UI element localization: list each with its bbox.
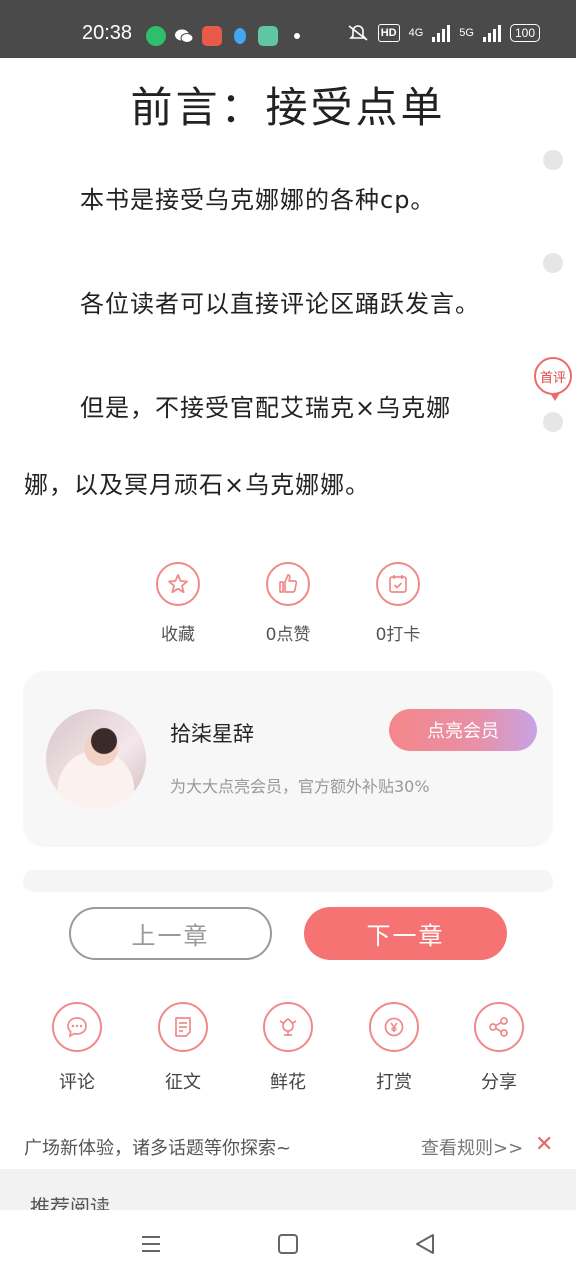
paragraph-3: 但是，不接受官配艾瑞克×乌克娜 (80, 394, 452, 422)
favorite-label: 收藏 (161, 625, 195, 645)
share-label: 分享 (481, 1072, 517, 1093)
share-icon (474, 1002, 524, 1052)
previous-chapter-button[interactable]: 上一章 (69, 907, 272, 960)
checkin-button[interactable]: 0打卡 (348, 562, 448, 645)
flower-button[interactable]: 鲜花 (248, 1002, 328, 1094)
flower-label: 鲜花 (270, 1072, 306, 1093)
yuan-coin-icon (369, 1002, 419, 1052)
reader-app-icon (258, 26, 278, 46)
home-icon[interactable] (277, 1232, 299, 1256)
status-indicators: HD 4G 5G 100 (347, 24, 540, 42)
chapter-title: 前言：接受点单 (130, 83, 446, 132)
tip-button[interactable]: 打赏 (354, 1002, 434, 1094)
divider-bar (23, 870, 553, 892)
status-bar: 20:38 HD 4G 5G 100 (0, 0, 576, 58)
tip-label: 打赏 (376, 1072, 412, 1093)
author-subtitle: 为大大点亮会员，官方额外补贴30% (170, 777, 430, 796)
essay-contest-label: 征文 (165, 1072, 201, 1093)
mute-vibrate-icon (348, 25, 368, 41)
document-icon (158, 1002, 208, 1052)
calendar-check-icon (376, 562, 420, 606)
more-notifications-dot (294, 33, 300, 39)
next-chapter-button[interactable]: 下一章 (304, 907, 507, 960)
network-5g-label: 5G (459, 27, 474, 39)
system-navigation-bar (0, 1210, 576, 1280)
comment-label: 评论 (59, 1072, 95, 1093)
paragraph-comment-marker-2[interactable] (543, 253, 563, 273)
video-app-icon (146, 26, 166, 46)
essay-contest-button[interactable]: 征文 (143, 1002, 223, 1094)
favorite-button[interactable]: 收藏 (128, 562, 228, 645)
banner-text: 广场新体验，诸多话题等你探索~ (24, 1138, 290, 1159)
battery-indicator: 100 (509, 24, 540, 42)
back-icon[interactable] (414, 1232, 436, 1256)
like-button[interactable]: 0点赞 (238, 562, 338, 645)
first-comment-label: 首评 (539, 370, 566, 386)
square-promo-banner[interactable]: 广场新体验，诸多话题等你探索~ 查看规则>> ✕ (0, 1126, 576, 1168)
network-4g-label: 4G (408, 27, 424, 39)
author-card: 拾柒星辞 为大大点亮会员，官方额外补贴30% 点亮会员 (23, 671, 553, 847)
author-name[interactable]: 拾柒星辞 (170, 718, 254, 748)
comment-button[interactable]: 评论 (37, 1002, 117, 1094)
comment-bubble-icon (52, 1002, 102, 1052)
checkin-count: 0打卡 (375, 625, 421, 645)
close-icon[interactable]: ✕ (535, 1132, 553, 1157)
star-icon (156, 562, 200, 606)
activate-vip-button[interactable]: 点亮会员 (389, 709, 537, 751)
menu-icon[interactable] (140, 1232, 162, 1256)
recommended-reading-heading: 推荐阅读 (30, 1195, 110, 1211)
game-app-icon (202, 26, 222, 46)
recommended-reading-section: 推荐阅读 (0, 1169, 576, 1211)
status-time: 20:38 (82, 22, 133, 44)
thumbs-up-icon (266, 562, 310, 606)
notification-icons (146, 26, 278, 46)
paragraph-1: 本书是接受乌克娜娜的各种cp。 (80, 186, 436, 214)
paragraph-2: 各位读者可以直接评论区踊跃发言。 (80, 290, 480, 318)
wechat-icon (174, 26, 194, 46)
first-comment-badge[interactable]: 首评 (534, 357, 572, 401)
author-avatar[interactable] (46, 709, 146, 809)
qq-icon (230, 26, 250, 46)
paragraph-3-continued: 娜，以及冥月顽石×乌克娜娜。 (24, 471, 371, 499)
paragraph-comment-marker-1[interactable] (543, 150, 563, 170)
hd-voice-badge: HD (377, 24, 400, 42)
share-button[interactable]: 分享 (459, 1002, 539, 1094)
signal-4g-icon (432, 24, 451, 42)
view-rules-link[interactable]: 查看规则>> (421, 1134, 523, 1160)
signal-5g-icon (482, 24, 501, 42)
paragraph-comment-marker-3[interactable] (543, 412, 563, 432)
flower-icon (263, 1002, 313, 1052)
like-count: 0点赞 (265, 625, 311, 645)
